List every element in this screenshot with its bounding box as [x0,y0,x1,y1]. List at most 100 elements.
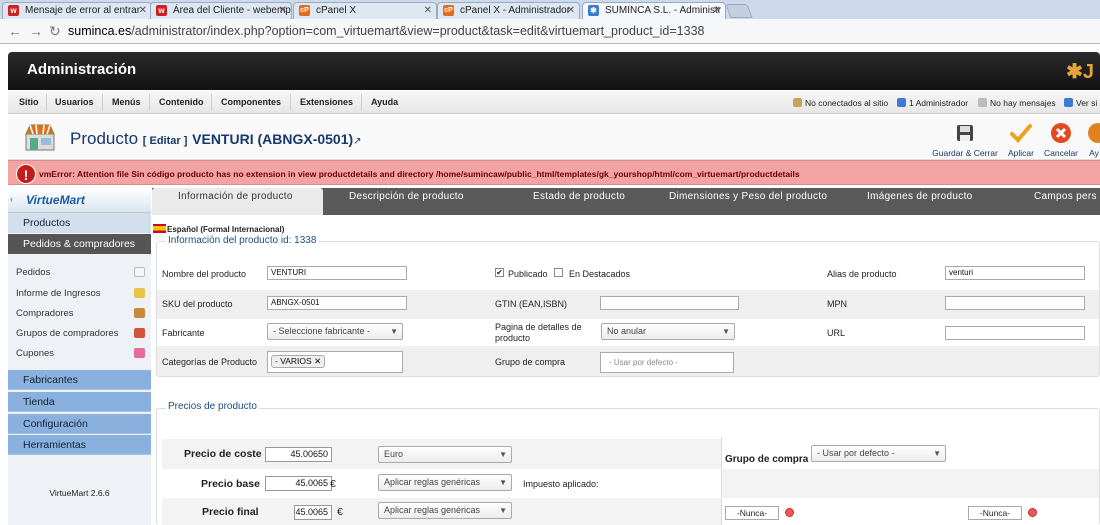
save-close-label: Guardar & Cerrar [932,148,998,158]
browser-tab-bar: w Mensaje de error al entrar ✕ w Área del C… [0,0,1100,20]
name-label: Nombre del producto [162,269,247,279]
status-messages[interactable]: No hay mensajes [978,98,1056,108]
menu-usuarios[interactable]: Usuarios [55,97,94,107]
browser-tab[interactable]: cP cPanel X ✕ [293,2,437,19]
base-currency-symbol: € [330,478,336,490]
browser-tab-active[interactable]: ✱ SUMINCA S.L. - Administr ✕ [582,2,726,20]
tab-imagenes[interactable]: Imágenes de producto [867,188,973,215]
sidebar-item-grupos[interactable]: Grupos de compradores [16,328,151,339]
price-date-start-input[interactable]: -Nunca- [725,506,779,520]
details-page-label: Pagina de detalles de producto [495,322,582,343]
url-field[interactable]: suminca.es/administrator/index.php?optio… [68,23,1100,40]
collapse-icon[interactable]: ‹ [10,194,13,204]
sku-input[interactable]: ABNGX-0501 [267,296,407,310]
joomla-icon: ✱ [588,5,599,16]
sidebar-item-label: Compradores [16,308,74,319]
browser-tab[interactable]: w Área del Cliente - webemp ✕ [150,2,292,19]
tab-campos[interactable]: Campos pers [1034,188,1097,215]
sidebar-section-productos[interactable]: Productos [8,213,151,233]
browser-tab[interactable]: cP cPanel X - Administrador ✕ [437,2,580,19]
sidebar-item-label: Pedidos [16,267,51,278]
tab-estado[interactable]: Estado de producto [533,188,625,215]
sidebar-section-fabricantes[interactable]: Fabricantes [8,370,151,390]
page-title-edit: [ Editar ] [142,135,188,147]
sidebar-item-cupones[interactable]: Cupones [16,348,151,359]
admin-title: Administración [27,61,137,78]
close-icon[interactable]: ✕ [279,3,287,18]
categories-input[interactable]: - VARIOS ✕ [267,351,403,373]
published-label: Publicado [508,269,548,279]
price-group-select[interactable]: - Usar por defecto - ▼ [811,445,946,462]
menu-componentes[interactable]: Componentes [221,97,281,107]
name-input[interactable]: VENTURI [267,266,407,280]
status-site[interactable]: No conectados al sitio [793,98,888,108]
featured-label: En Destacados [569,269,631,279]
back-icon[interactable]: ← [8,23,22,39]
status-view-site[interactable]: Ver si [1064,98,1097,108]
details-page-select[interactable]: No anular ▼ [601,323,735,340]
sidebar-section-configuracion[interactable]: Configuración [8,414,151,434]
tab-descripcion[interactable]: Descripción de producto [349,188,464,215]
menu-extensiones[interactable]: Extensiones [300,97,353,107]
tab-label: Área del Cliente - webemp [173,5,291,16]
menu-ayuda[interactable]: Ayuda [371,97,398,107]
menu-contenido[interactable]: Contenido [159,97,204,107]
sidebar-item-compradores[interactable]: Compradores [16,308,151,319]
report-icon [134,288,145,298]
new-tab-button[interactable] [725,4,753,18]
chevron-down-icon: ▼ [499,478,507,487]
save-close-button[interactable]: Guardar & Cerrar [929,122,1001,158]
status-admins[interactable]: 1 Administrador [897,98,968,108]
browser-tab[interactable]: w Mensaje de error al entrar ✕ [2,2,152,19]
manufacturer-select[interactable]: - Seleccione fabricante - ▼ [267,323,403,340]
shoppers-icon [134,308,145,318]
virtuemart-version: VirtueMart 2.6.6 [49,488,110,498]
sidebar-item-pedidos[interactable]: Pedidos [16,267,151,278]
base-price-input[interactable]: 45.0065 [265,476,332,491]
status-site-label: No conectados al sitio [805,98,889,108]
cpanel-icon: cP [443,5,454,16]
clear-date-icon[interactable] [1028,508,1037,517]
gtin-input[interactable] [600,296,739,310]
base-price-label: Precio base [201,478,260,490]
close-icon[interactable]: ✕ [424,3,432,18]
url-input[interactable] [945,326,1085,340]
reload-icon[interactable]: ↻ [49,23,61,39]
virtuemart-logo[interactable]: VirtueMart ‹ [8,188,151,213]
sidebar-section-tienda[interactable]: Tienda [8,392,151,412]
cost-price-input[interactable]: 45.00650 [265,447,332,462]
price-date-end-input[interactable]: -Nunca- [968,506,1022,520]
close-icon[interactable]: ✕ [713,3,721,18]
menu-menus[interactable]: Menús [112,97,141,107]
menu-sitio[interactable]: Sitio [19,97,39,107]
final-price-label: Precio final [202,506,259,518]
tab-dimensiones[interactable]: Dimensiones y Peso del producto [669,188,827,215]
sidebar-item-ingresos[interactable]: Informe de Ingresos [16,288,151,299]
forward-icon[interactable]: → [29,23,43,39]
menu-divider [102,94,103,111]
cancel-button[interactable]: Cancelar [1043,122,1079,158]
tab-informacion[interactable]: Información de producto [152,188,323,215]
apply-button[interactable]: Aplicar [1005,122,1037,158]
chevron-down-icon: ▼ [933,449,941,458]
help-button[interactable]: Ay [1087,122,1100,158]
final-rules-select[interactable]: Aplicar reglas genéricas ▼ [378,502,512,519]
published-checkbox[interactable]: ✔ [495,268,504,277]
close-icon[interactable]: ✕ [139,3,147,18]
base-rules-select[interactable]: Aplicar reglas genéricas ▼ [378,474,512,491]
alias-input[interactable]: venturi [945,266,1085,280]
tax-applied-label: Impuesto aplicado: [523,479,599,489]
sidebar-section-herramientas[interactable]: Herramientas [8,435,151,455]
orders-icon [134,267,145,277]
final-price-input[interactable]: 45.0065 [294,505,332,520]
close-icon[interactable]: ✕ [567,3,575,18]
external-link-icon[interactable]: ↗ [353,136,361,147]
mpn-input[interactable] [945,296,1085,310]
clear-date-icon[interactable] [785,508,794,517]
group-input[interactable]: - Usar por defecto - [600,352,734,373]
featured-checkbox[interactable] [554,268,563,277]
sidebar-section-pedidos[interactable]: Pedidos & compradores [8,234,151,254]
currency-select[interactable]: Euro ▼ [378,446,512,463]
user-icon [897,98,906,107]
remove-icon[interactable]: ✕ [314,356,321,366]
